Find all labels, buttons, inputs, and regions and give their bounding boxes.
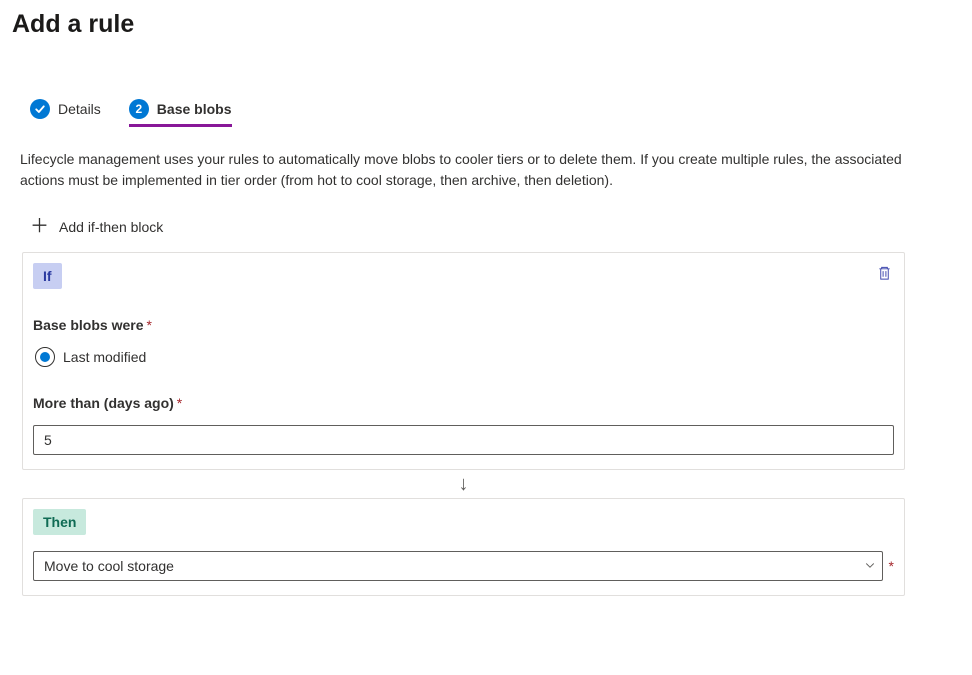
radio-last-modified[interactable]: Last modified [33, 347, 894, 367]
add-block-label: Add if-then block [59, 219, 163, 235]
step-number-badge: 2 [129, 99, 149, 119]
page-title: Add a rule [12, 10, 960, 39]
action-select[interactable]: Move to cool storage [33, 551, 883, 581]
tab-base-blobs-label: Base blobs [157, 101, 232, 117]
add-if-then-button[interactable]: ＋ Add if-then block [12, 217, 960, 236]
tab-details-label: Details [58, 101, 101, 117]
days-input[interactable] [33, 425, 894, 455]
tab-details[interactable]: Details [30, 99, 101, 127]
then-card: Then Move to cool storage * [22, 498, 905, 596]
description-text: Lifecycle management uses your rules to … [12, 149, 932, 191]
then-chip: Then [33, 509, 86, 535]
radio-icon [35, 347, 55, 367]
base-blobs-were-label: Base blobs were* [33, 317, 894, 333]
action-select-value: Move to cool storage [44, 558, 174, 574]
check-icon [30, 99, 50, 119]
required-asterisk: * [889, 558, 894, 574]
more-than-days-label: More than (days ago)* [33, 395, 894, 411]
trash-icon [877, 265, 892, 281]
chevron-down-icon [864, 558, 876, 574]
wizard-tabs: Details 2 Base blobs [12, 99, 960, 127]
arrow-down-icon: ↓ [12, 474, 960, 494]
if-chip: If [33, 263, 62, 289]
tab-base-blobs[interactable]: 2 Base blobs [129, 99, 232, 127]
if-card: If Base blobs were* Last modified More t… [22, 252, 905, 470]
delete-button[interactable] [875, 263, 894, 286]
plus-icon: ＋ [30, 217, 49, 236]
radio-last-modified-label: Last modified [63, 349, 146, 365]
